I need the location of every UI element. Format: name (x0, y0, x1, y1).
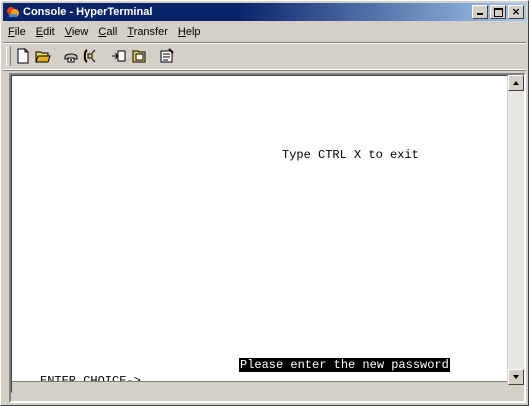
vertical-scrollbar[interactable] (508, 75, 524, 385)
terminal-line-exit-hint: Type CTRL X to exit (282, 148, 419, 162)
open-icon (35, 51, 51, 63)
toolbar (3, 42, 526, 70)
properties-icon (160, 48, 174, 63)
toolbar-grip[interactable] (6, 46, 11, 66)
close-button[interactable]: × (508, 5, 524, 19)
menu-transfer[interactable]: Transfer (122, 23, 173, 41)
connect-icon (64, 53, 78, 63)
send-file-button[interactable] (109, 46, 129, 66)
disconnect-icon (83, 49, 96, 63)
receive-icon (132, 50, 146, 63)
menu-call-label: all (106, 26, 118, 38)
menu-help[interactable]: Help (173, 23, 206, 41)
menu-call[interactable]: Call (93, 23, 122, 41)
maximize-icon (491, 6, 505, 18)
menu-file-label: ile (14, 26, 26, 38)
menu-edit-label: dit (43, 26, 55, 38)
menu-edit-accel: E (35, 26, 44, 38)
properties-button[interactable] (157, 46, 177, 66)
disconnect-button[interactable] (81, 46, 101, 66)
window-title: Console - HyperTerminal (23, 6, 153, 18)
terminal-screen[interactable]: Type CTRL X to exit Please enter the new… (11, 75, 508, 393)
menu-file[interactable]: File (3, 23, 31, 41)
arrow-down-icon (513, 375, 519, 379)
send-icon (112, 50, 126, 62)
horizontal-scrollbar[interactable] (12, 381, 507, 392)
menu-help-accel: H (177, 26, 186, 38)
connect-button[interactable] (61, 46, 81, 66)
arrow-up-icon (513, 81, 519, 85)
new-connection-button[interactable] (13, 46, 33, 66)
menu-transfer-label: ransfer (133, 26, 168, 38)
menu-help-label: elp (185, 26, 201, 38)
open-button[interactable] (33, 46, 53, 66)
terminal-frame: Type CTRL X to exit Please enter the new… (9, 73, 526, 403)
menu-file-accel: F (8, 26, 15, 38)
new-icon (17, 48, 29, 64)
minimize-button[interactable] (472, 5, 488, 19)
maximize-button[interactable] (490, 5, 506, 19)
title-bar[interactable]: Console - HyperTerminal × (3, 3, 526, 21)
menu-view[interactable]: View (60, 23, 94, 41)
receive-file-button[interactable] (129, 46, 149, 66)
scroll-up-button[interactable] (508, 75, 524, 91)
terminal-line-password-prompt: Please enter the new password (239, 358, 450, 372)
close-icon: × (511, 5, 521, 18)
hyperterminal-window: Console - HyperTerminal × File Edit View… (0, 0, 529, 406)
scroll-down-button[interactable] (508, 369, 524, 385)
menu-view-accel: V (64, 26, 72, 38)
menu-edit[interactable]: Edit (31, 23, 60, 41)
highlighted-text: Please enter the new password (239, 358, 450, 372)
minimize-icon (473, 6, 487, 18)
hyperterminal-app-icon[interactable] (6, 5, 20, 19)
menu-bar: File Edit View Call Transfer Help (3, 23, 526, 41)
caption-buttons: × (472, 5, 524, 19)
menu-view-label: iew (71, 26, 89, 38)
